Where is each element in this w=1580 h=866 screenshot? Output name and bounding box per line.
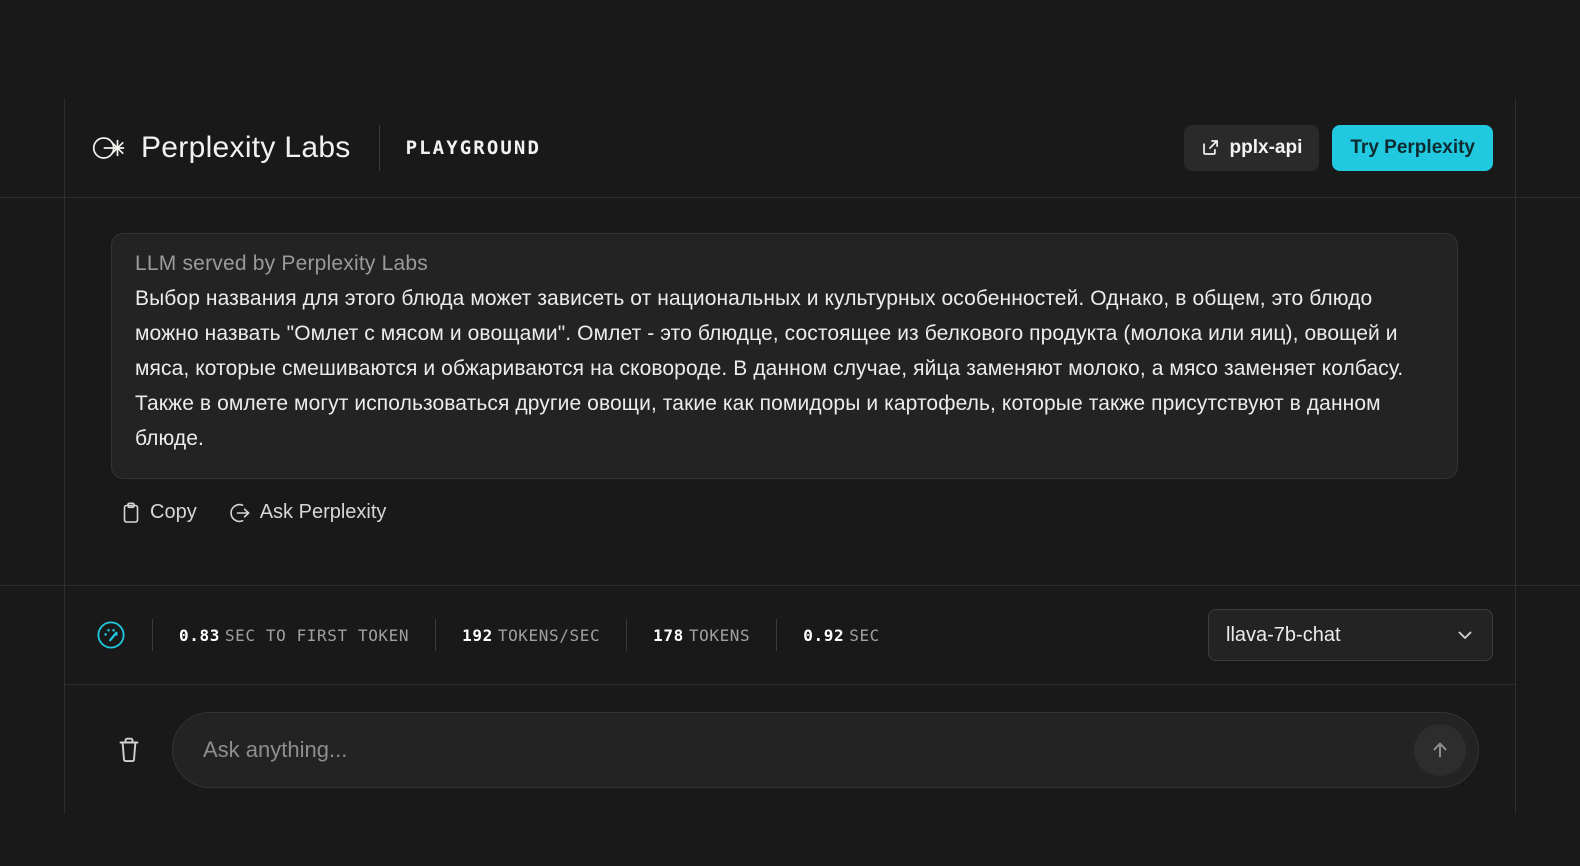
ask-perplexity-button[interactable]: Ask Perplexity [229,501,387,524]
stat-total-tokens-unit: TOKENS [688,625,751,645]
arrow-out-circle-icon [229,503,250,522]
perplexity-logo-icon [92,136,125,159]
ask-field[interactable] [172,711,1479,788]
stat-total-tokens: 178 TOKENS [653,626,750,645]
composer-bar [65,685,1515,814]
copy-label: Copy [150,501,197,523]
header-separator [378,124,380,171]
response-source-label: LLM served by Perplexity Labs [135,252,428,275]
stat-total-sec: 0.92 SEC [803,626,880,645]
llm-response-card: LLM served by Perplexity Labs Выбор назв… [111,233,1458,479]
stat-total-tokens-value: 178 [653,625,684,645]
copy-button[interactable]: Copy [121,501,197,524]
clear-conversation-button[interactable] [112,733,146,767]
frame-line-right [1515,98,1516,814]
stat-tokens-per-sec-unit: TOKENS/SEC [497,625,601,645]
stats-bar: 0.83 SEC TO FIRST TOKEN 192 TOKENS/SEC 178… [65,586,1515,684]
stats-separator [152,619,153,651]
try-perplexity-label: Try Perplexity [1350,136,1475,158]
stats-separator [435,619,437,651]
pplx-api-button[interactable]: pplx-api [1183,124,1320,171]
clipboard-icon [123,501,139,523]
response-text: Выбор названия для этого блюда может зав… [135,287,1404,450]
conversation-area: LLM served by Perplexity Labs Выбор назв… [65,198,1515,585]
stat-first-token-value: 0.83 [179,625,220,645]
stats-separator [626,619,628,651]
stat-total-sec-unit: SEC [849,625,880,645]
external-link-icon [1202,140,1218,155]
chevron-down-icon [1458,631,1472,639]
stat-first-token-unit: SEC TO FIRST TOKEN [224,625,410,645]
pplx-api-label: pplx-api [1229,136,1303,158]
gauge-icon [97,621,125,649]
ask-perplexity-label: Ask Perplexity [259,501,387,523]
section-label: PLAYGROUND [405,136,541,159]
stat-first-token: 0.83 SEC TO FIRST TOKEN [179,626,409,645]
gauge-icon-wrap [96,620,126,650]
response-actions: Copy Ask Perplexity [111,501,1491,524]
brand-title: Perplexity Labs [141,130,351,164]
arrow-up-icon [1433,742,1447,757]
stat-tokens-per-sec-value: 192 [462,625,493,645]
playground-page: Perplexity Labs PLAYGROUND pplx-api Try … [0,0,1580,866]
stat-tokens-per-sec: 192 TOKENS/SEC [462,626,600,645]
send-button[interactable] [1414,723,1466,776]
brand: Perplexity Labs [89,129,351,167]
app-header: Perplexity Labs PLAYGROUND pplx-api Try … [65,98,1515,197]
try-perplexity-button[interactable]: Try Perplexity [1332,124,1493,171]
ask-input[interactable] [203,736,1414,763]
model-select[interactable]: llava-7b-chat [1208,609,1493,661]
stat-total-sec-value: 0.92 [803,625,845,645]
trash-icon [119,737,139,762]
model-select-value: llava-7b-chat [1226,623,1341,646]
stats-separator [776,619,778,651]
